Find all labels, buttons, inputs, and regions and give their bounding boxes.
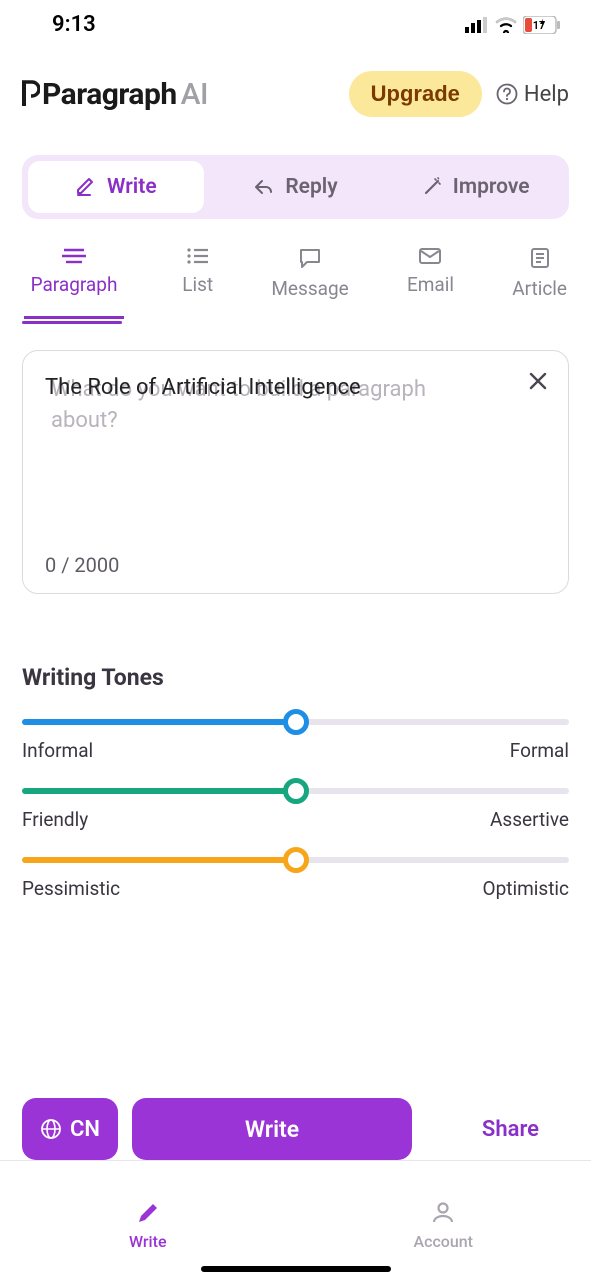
type-tabs: Paragraph List Message Email Article xyxy=(0,219,591,321)
slider-fill xyxy=(22,719,296,725)
slider-label-left: Pessimistic xyxy=(22,877,120,900)
type-tab-underline xyxy=(22,321,122,324)
type-tab-paragraph-label: Paragraph xyxy=(31,273,118,296)
type-tab-paragraph[interactable]: Paragraph xyxy=(24,247,124,321)
clear-input-button[interactable] xyxy=(526,369,550,397)
write-button[interactable]: Write xyxy=(132,1098,412,1160)
type-tab-article[interactable]: Article xyxy=(512,247,567,321)
slider-fill xyxy=(22,788,296,794)
mode-tab-write-label: Write xyxy=(107,175,157,199)
signal-icon xyxy=(465,17,489,33)
mode-tab-improve[interactable]: Improve xyxy=(387,161,563,213)
slider-thumb[interactable] xyxy=(283,709,309,735)
paragraph-icon xyxy=(62,247,86,265)
tone-slider-assertiveness: Friendly Assertive xyxy=(22,788,569,831)
list-icon xyxy=(186,247,210,265)
logo-suffix: AI xyxy=(181,77,208,112)
mode-tab-reply-label: Reply xyxy=(285,175,337,199)
close-icon xyxy=(526,369,550,393)
prompt-input[interactable]: The Role of Artificial Intelligence xyxy=(45,375,546,400)
slider-fill xyxy=(22,857,296,863)
status-indicators: 17 xyxy=(465,16,561,34)
type-tab-message-label: Message xyxy=(271,277,348,300)
prompt-input-container: What do you want to build a paragraph ab… xyxy=(22,350,569,594)
upgrade-button[interactable]: Upgrade xyxy=(349,71,482,117)
tone-slider-optimism: Pessimistic Optimistic xyxy=(22,857,569,900)
battery-icon: 17 xyxy=(523,16,561,34)
slider-label-right: Optimistic xyxy=(483,877,569,900)
tone-slider-formality: Informal Formal xyxy=(22,719,569,762)
language-code: CN xyxy=(70,1117,100,1142)
slider-label-right: Assertive xyxy=(490,808,569,831)
slider-label-left: Friendly xyxy=(22,808,88,831)
status-bar: 9:13 17 xyxy=(0,0,591,45)
type-tab-article-label: Article xyxy=(512,277,567,300)
svg-text:17: 17 xyxy=(533,19,546,32)
writing-tones-title: Writing Tones xyxy=(22,664,569,691)
mode-tab-improve-label: Improve xyxy=(453,175,530,199)
email-icon xyxy=(418,247,442,265)
app-logo: ParagraphAI xyxy=(22,77,208,112)
type-tab-email-label: Email xyxy=(407,273,454,296)
help-label: Help xyxy=(524,82,569,107)
slider-thumb[interactable] xyxy=(283,778,309,804)
logo-mark-icon xyxy=(22,80,40,108)
slider-track[interactable] xyxy=(22,719,569,725)
writing-tones-section: Writing Tones Informal Formal Friendly A… xyxy=(0,664,591,900)
type-tab-email[interactable]: Email xyxy=(407,247,454,321)
pencil-square-icon xyxy=(75,176,97,198)
slider-thumb[interactable] xyxy=(283,847,309,873)
status-time: 9:13 xyxy=(52,12,96,37)
help-icon xyxy=(496,83,518,105)
logo-text: Paragraph xyxy=(42,77,177,112)
nav-item-account[interactable]: Account xyxy=(296,1161,591,1280)
slider-label-left: Informal xyxy=(22,739,93,762)
reply-arrow-icon xyxy=(253,176,275,198)
mode-tab-write[interactable]: Write xyxy=(28,161,204,213)
wand-icon xyxy=(421,176,443,198)
nav-item-write[interactable]: Write xyxy=(0,1161,296,1280)
home-indicator xyxy=(201,1266,391,1272)
mode-tab-reply[interactable]: Reply xyxy=(208,161,384,213)
language-button[interactable]: CN xyxy=(22,1098,118,1160)
slider-track[interactable] xyxy=(22,788,569,794)
message-icon xyxy=(298,247,322,269)
wifi-icon xyxy=(495,17,517,33)
mode-tabs: Write Reply Improve xyxy=(22,155,569,219)
app-header: ParagraphAI Upgrade Help xyxy=(0,45,591,129)
slider-track[interactable] xyxy=(22,857,569,863)
help-link[interactable]: Help xyxy=(496,82,569,107)
nav-label-write: Write xyxy=(129,1232,167,1251)
nav-label-account: Account xyxy=(413,1232,473,1251)
type-tab-list[interactable]: List xyxy=(182,247,213,321)
person-icon xyxy=(430,1200,456,1226)
share-button[interactable]: Share xyxy=(452,1117,569,1142)
globe-icon xyxy=(40,1118,62,1140)
slider-label-right: Formal xyxy=(510,739,569,762)
type-tab-message[interactable]: Message xyxy=(271,247,348,321)
type-tab-list-label: List xyxy=(182,273,213,296)
article-icon xyxy=(529,247,551,269)
pencil-icon xyxy=(135,1200,161,1226)
char-count: 0 / 2000 xyxy=(45,553,119,577)
bottom-actions: CN Write Share xyxy=(0,1098,591,1160)
bottom-nav: Write Account xyxy=(0,1160,591,1280)
